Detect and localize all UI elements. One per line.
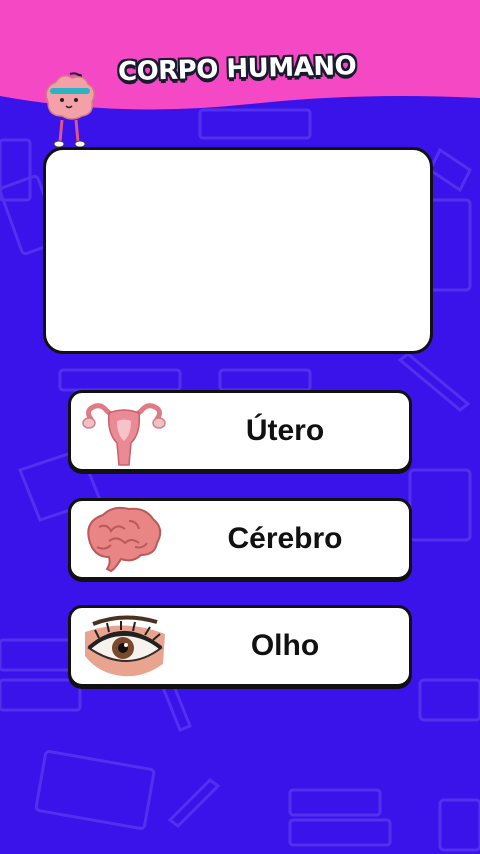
answer-label: Cérebro [227, 522, 343, 555]
uterus-icon [82, 403, 166, 466]
answer-option-brain[interactable]: Cérebro [68, 498, 412, 580]
brain-icon [87, 506, 162, 573]
eye-icon [85, 615, 165, 677]
answer-label: Olho [250, 629, 320, 662]
brain-mascot-icon [45, 72, 95, 148]
answer-option-uterus[interactable]: Útero [68, 390, 412, 472]
question-panel [43, 147, 433, 354]
answer-label: Útero [245, 414, 325, 447]
answer-option-eye[interactable]: Olho [68, 605, 412, 687]
